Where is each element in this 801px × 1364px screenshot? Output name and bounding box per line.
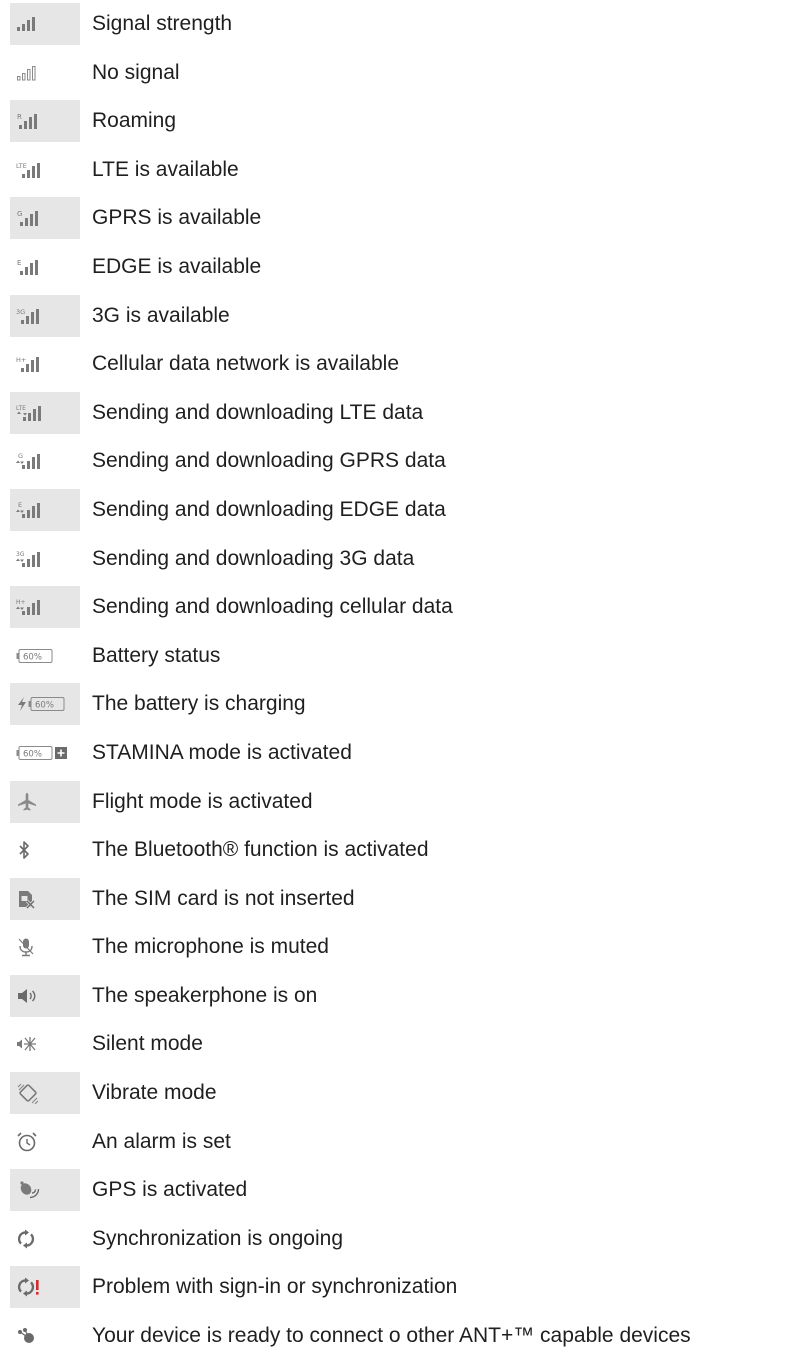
list-item: E Sending and downloading EDGE data: [0, 488, 801, 538]
list-item: Problem with sign-in or synchronization: [0, 1266, 801, 1315]
list-item-label: Roaming: [92, 109, 177, 133]
roaming-icon: R: [16, 112, 40, 130]
svg-text:LTE: LTE: [16, 405, 26, 412]
list-item-label: Signal strength: [92, 12, 233, 35]
battery-percent-text: 60%: [23, 749, 42, 759]
battery-status-icon: 60%: [16, 647, 54, 665]
svg-text:H+: H+: [16, 356, 26, 364]
list-item: Signal strength: [0, 3, 801, 52]
signal-strength-icon: [16, 16, 38, 32]
list-item: H+ Sending and downloading cellular data: [0, 586, 801, 635]
battery-percent-text: 60%: [35, 701, 54, 711]
list-item-label: EDGE is available: [92, 254, 262, 278]
list-item-label: GPS is activated: [92, 1178, 248, 1202]
list-item-label: The Bluetooth® function is activated: [92, 838, 429, 862]
microphone-muted-icon: [16, 937, 36, 957]
svg-text:LTE: LTE: [16, 162, 27, 170]
ant-plus-icon: [16, 1326, 38, 1346]
list-item: Synchronization is ongoing: [0, 1218, 801, 1267]
list-item-label: The SIM card is not inserted: [92, 886, 355, 910]
list-item-label: Sending and downloading GPRS data: [92, 449, 446, 473]
list-item: Vibrate mode: [0, 1072, 801, 1121]
list-item-label: LTE is available: [92, 157, 239, 181]
sync-problem-icon: [16, 1277, 44, 1297]
lte-icon: LTE: [16, 161, 42, 179]
list-item: 3G Sending and downloading 3G data: [0, 538, 801, 587]
list-item: H+ Cellular data network is available: [0, 343, 801, 392]
list-item-label: GPRS is available: [92, 206, 262, 230]
list-item-label: Sending and downloading EDGE data: [92, 497, 446, 521]
speakerphone-icon: [16, 986, 38, 1006]
svg-text:G: G: [18, 452, 23, 460]
list-item: An alarm is set: [0, 1121, 801, 1170]
edge-icon: E: [16, 258, 40, 276]
svg-text:H+: H+: [16, 599, 26, 606]
list-item: LTE LTE is available: [0, 149, 801, 198]
list-item: 3G 3G is available: [0, 294, 801, 344]
list-item-label: Silent mode: [92, 1032, 203, 1056]
list-item-label: Sending and downloading 3G data: [92, 546, 415, 570]
list-item: GPS is activated: [0, 1169, 801, 1218]
vibrate-mode-icon: [16, 1082, 40, 1105]
list-item: No signal: [0, 52, 801, 101]
battery-charging-icon: 60%: [16, 695, 66, 713]
svg-text:G: G: [17, 210, 22, 218]
list-item: Your device is ready to connect o other …: [0, 1315, 801, 1364]
sim-not-inserted-icon: [16, 889, 36, 909]
status-icon-list: Signal strength No signal R Roaming LTE …: [0, 3, 801, 1364]
list-item-label: Synchronization is ongoing: [92, 1226, 343, 1250]
gps-icon: [16, 1179, 40, 1201]
flight-mode-icon: [16, 792, 38, 812]
gprs-transfer-icon: G: [16, 452, 41, 470]
list-item: The Bluetooth® function is activated: [0, 829, 801, 878]
list-item-label: Battery status: [92, 643, 221, 667]
list-item-label: 3G is available: [92, 303, 230, 327]
svg-text:3G: 3G: [16, 308, 25, 316]
list-item: LTE Sending and downloading LTE data: [0, 391, 801, 441]
list-item: 60% Battery status: [0, 635, 801, 684]
list-item: 60% STAMINA mode is activated: [0, 732, 801, 781]
list-item-label: Sending and downloading LTE data: [92, 400, 424, 424]
list-item-label: Flight mode is activated: [92, 789, 313, 813]
alarm-icon: [16, 1131, 38, 1153]
list-item: G GPRS is available: [0, 197, 801, 246]
svg-text:3G: 3G: [16, 551, 25, 558]
3g-icon: 3G: [16, 307, 41, 325]
cellular-data-icon: H+: [16, 355, 41, 373]
list-item: Flight mode is activated: [0, 780, 801, 830]
list-item-label: Sending and downloading cellular data: [92, 595, 453, 619]
cellular-transfer-icon: H+: [16, 598, 41, 616]
list-item-label: STAMINA mode is activated: [92, 740, 352, 764]
silent-mode-icon: [16, 1034, 38, 1054]
list-item-label: The battery is charging: [92, 692, 306, 716]
list-item: R Roaming: [0, 100, 801, 149]
svg-text:R: R: [17, 113, 22, 121]
list-item: E EDGE is available: [0, 246, 801, 295]
list-item: G Sending and downloading GPRS data: [0, 440, 801, 489]
list-item: The speakerphone is on: [0, 974, 801, 1024]
list-item-label: An alarm is set: [92, 1129, 231, 1153]
list-item-label: No signal: [92, 60, 180, 84]
list-item: The microphone is muted: [0, 926, 801, 975]
list-item: The SIM card is not inserted: [0, 877, 801, 927]
bluetooth-icon: [16, 840, 32, 860]
3g-transfer-icon: 3G: [16, 550, 41, 568]
list-item: Silent mode: [0, 1023, 801, 1072]
battery-percent-text: 60%: [23, 652, 42, 662]
list-item-label: The microphone is muted: [92, 935, 329, 959]
no-signal-icon: [16, 65, 38, 81]
svg-text:E: E: [17, 259, 21, 267]
edge-transfer-icon: E: [16, 501, 41, 519]
list-item-label: Vibrate mode: [92, 1081, 217, 1105]
gprs-icon: G: [16, 209, 40, 227]
list-item-label: The speakerphone is on: [92, 983, 318, 1007]
sync-icon: [16, 1229, 36, 1249]
stamina-mode-icon: 60%: [16, 744, 70, 762]
lte-transfer-icon: LTE: [16, 404, 43, 422]
list-item-label: Cellular data network is available: [92, 352, 399, 376]
list-item-label: Problem with sign-in or synchronization: [92, 1275, 458, 1299]
svg-text:E: E: [18, 501, 22, 509]
list-item: 60% The battery is charging: [0, 683, 801, 732]
